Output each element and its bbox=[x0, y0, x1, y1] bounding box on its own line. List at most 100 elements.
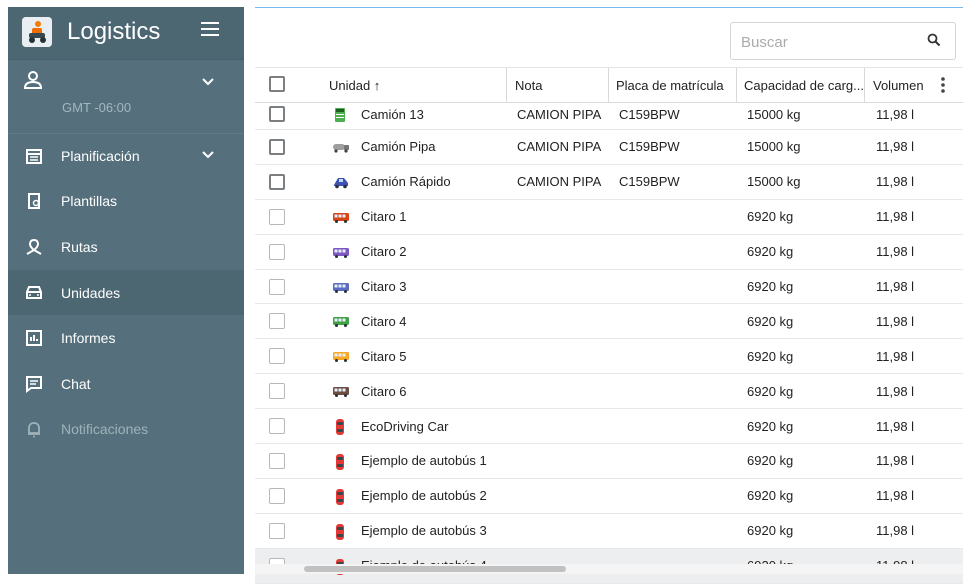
search-icon[interactable] bbox=[927, 33, 941, 52]
sidebar-item-notificaciones[interactable]: Notificaciones bbox=[8, 407, 244, 453]
table-row[interactable]: Citaro 4 6920 kg 11,98 l bbox=[255, 304, 963, 340]
select-all-checkbox[interactable] bbox=[269, 76, 285, 92]
car-top-icon bbox=[332, 453, 348, 470]
bus-icon bbox=[332, 313, 349, 329]
table-row[interactable]: Citaro 2 6920 kg 11,98 l bbox=[255, 235, 963, 270]
unit-name[interactable]: Citaro 3 bbox=[361, 279, 407, 294]
user-panel[interactable]: GMT -06:00 bbox=[8, 60, 244, 134]
menu-icon[interactable] bbox=[201, 22, 219, 38]
row-checkbox[interactable] bbox=[269, 313, 285, 330]
unit-name[interactable]: Camión Pipa bbox=[361, 139, 435, 154]
column-header-volumen[interactable]: Volumen bbox=[864, 68, 940, 102]
chevron-down-icon[interactable] bbox=[201, 74, 215, 92]
units-panel: Unidad ↑ Nota Placa de matrícula Capacid… bbox=[255, 7, 963, 584]
cell-unidad: Citaro 4 bbox=[332, 304, 506, 338]
cell-placa bbox=[619, 444, 735, 478]
bus-icon bbox=[332, 209, 349, 225]
cell-unidad: Citaro 3 bbox=[332, 270, 506, 304]
unit-name[interactable]: Ejemplo de autobús 1 bbox=[361, 453, 487, 468]
table-row[interactable]: Citaro 6 6920 kg 11,98 l bbox=[255, 374, 963, 410]
row-checkbox[interactable] bbox=[269, 348, 285, 365]
row-checkbox[interactable] bbox=[269, 487, 285, 504]
chat-icon bbox=[23, 373, 45, 395]
cell-placa: C159BPW bbox=[619, 107, 680, 123]
search-box[interactable] bbox=[730, 22, 956, 60]
table-row[interactable]: EcoDriving Car 6920 kg 11,98 l bbox=[255, 409, 963, 445]
cell-unidad: EcoDriving Car bbox=[332, 409, 506, 443]
logo-icon bbox=[22, 17, 52, 47]
table-row[interactable]: Citaro 1 6920 kg 11,98 l bbox=[255, 200, 963, 235]
sidebar-item-plantillas[interactable]: Plantillas bbox=[8, 179, 244, 225]
cell-capacidad: 6920 kg bbox=[747, 383, 794, 399]
row-checkbox[interactable] bbox=[269, 522, 285, 539]
bus-icon bbox=[332, 279, 349, 295]
unit-name[interactable]: Camión Rápido bbox=[361, 174, 451, 189]
unit-name[interactable]: Camión 13 bbox=[361, 107, 424, 122]
unit-name[interactable]: EcoDriving Car bbox=[361, 419, 448, 434]
cell-unidad: Citaro 5 bbox=[332, 339, 506, 373]
cell-nota bbox=[517, 374, 607, 408]
brand-header: Logistics bbox=[8, 7, 244, 60]
unit-name[interactable]: Citaro 6 bbox=[361, 384, 407, 399]
cell-nota bbox=[517, 339, 607, 373]
cell-placa bbox=[619, 479, 735, 513]
sidebar-item-informes[interactable]: Informes bbox=[8, 315, 244, 361]
column-header-placa[interactable]: Placa de matrícula bbox=[608, 68, 736, 102]
sidebar-item-label: Plantillas bbox=[61, 193, 118, 210]
cell-capacidad: 6920 kg bbox=[747, 453, 794, 469]
cell-volumen: 11,98 l bbox=[876, 107, 915, 123]
cell-unidad: Ejemplo de autobús 3 bbox=[332, 514, 506, 548]
sidebar-item-label: Informes bbox=[61, 330, 116, 347]
sidebar-item-unidades[interactable]: Unidades bbox=[8, 269, 244, 316]
table-row[interactable]: Citaro 5 6920 kg 11,98 l bbox=[255, 339, 963, 375]
column-header-nota[interactable]: Nota bbox=[506, 68, 608, 102]
row-checkbox[interactable] bbox=[269, 243, 285, 260]
row-checkbox[interactable] bbox=[269, 173, 285, 190]
table-row[interactable]: Camión Rápido CAMION PIPA C159BPW 15000 kg 1… bbox=[255, 165, 963, 200]
row-checkbox[interactable] bbox=[269, 106, 285, 122]
table-row[interactable]: Camión 13 CAMION PIPA C159BPW 15000 kg 11,98… bbox=[255, 103, 963, 130]
scrollbar-thumb[interactable] bbox=[304, 566, 566, 572]
column-header-unidad[interactable]: Unidad ↑ bbox=[329, 68, 505, 102]
cell-volumen: 11,98 l bbox=[876, 348, 915, 364]
sidebar-item-chat[interactable]: Chat bbox=[8, 361, 244, 407]
unit-name[interactable]: Ejemplo de autobús 2 bbox=[361, 488, 487, 503]
search-input[interactable] bbox=[739, 31, 913, 53]
cell-placa: C159BPW bbox=[619, 174, 680, 190]
unit-name[interactable]: Citaro 1 bbox=[361, 209, 407, 224]
row-checkbox[interactable] bbox=[269, 278, 285, 295]
table-row[interactable]: Ejemplo de autobús 2 6920 kg 11,98 l bbox=[255, 479, 963, 514]
table-row[interactable]: Ejemplo de autobús 3 6920 kg 11,98 l bbox=[255, 514, 963, 549]
row-checkbox[interactable] bbox=[269, 383, 285, 400]
cell-capacidad: 6920 kg bbox=[747, 348, 794, 364]
unit-name[interactable]: Ejemplo de autobús 3 bbox=[361, 523, 487, 538]
sidebar: Logistics GMT -06:00 Planificación Plant… bbox=[8, 7, 244, 574]
row-checkbox[interactable] bbox=[269, 139, 285, 155]
sidebar-item-rutas[interactable]: Rutas bbox=[8, 224, 244, 270]
unit-name[interactable]: Citaro 4 bbox=[361, 314, 407, 329]
cell-nota: CAMION PIPA bbox=[517, 107, 602, 123]
report-icon bbox=[23, 327, 45, 349]
unit-name[interactable]: Citaro 2 bbox=[361, 244, 407, 259]
cell-volumen: 11,98 l bbox=[876, 453, 915, 469]
column-header-capacidad[interactable]: Capacidad de carg... bbox=[736, 68, 864, 102]
cell-unidad: Ejemplo de autobús 2 bbox=[332, 479, 506, 513]
cell-capacidad: 6920 kg bbox=[747, 488, 794, 504]
table-row[interactable]: Citaro 3 6920 kg 11,98 l bbox=[255, 270, 963, 305]
cell-volumen: 11,98 l bbox=[876, 279, 915, 294]
row-checkbox[interactable] bbox=[269, 453, 285, 470]
chevron-down-icon bbox=[201, 147, 215, 165]
sidebar-item-planificacion[interactable]: Planificación bbox=[8, 133, 244, 179]
table-row[interactable]: Camión Pipa CAMION PIPA C159BPW 15000 kg 11,… bbox=[255, 130, 963, 165]
cell-nota bbox=[517, 444, 607, 478]
unit-name[interactable]: Citaro 5 bbox=[361, 349, 407, 364]
table-row[interactable]: Ejemplo de autobús 1 6920 kg 11,98 l bbox=[255, 444, 963, 479]
horizontal-scrollbar[interactable] bbox=[255, 564, 963, 574]
sidebar-item-label: Rutas bbox=[61, 238, 98, 255]
cell-unidad: Citaro 1 bbox=[332, 200, 506, 234]
row-checkbox[interactable] bbox=[269, 208, 285, 225]
more-vert-icon[interactable] bbox=[941, 77, 945, 98]
cell-nota bbox=[517, 270, 607, 304]
row-checkbox[interactable] bbox=[269, 418, 285, 435]
calendar-icon bbox=[23, 145, 45, 167]
